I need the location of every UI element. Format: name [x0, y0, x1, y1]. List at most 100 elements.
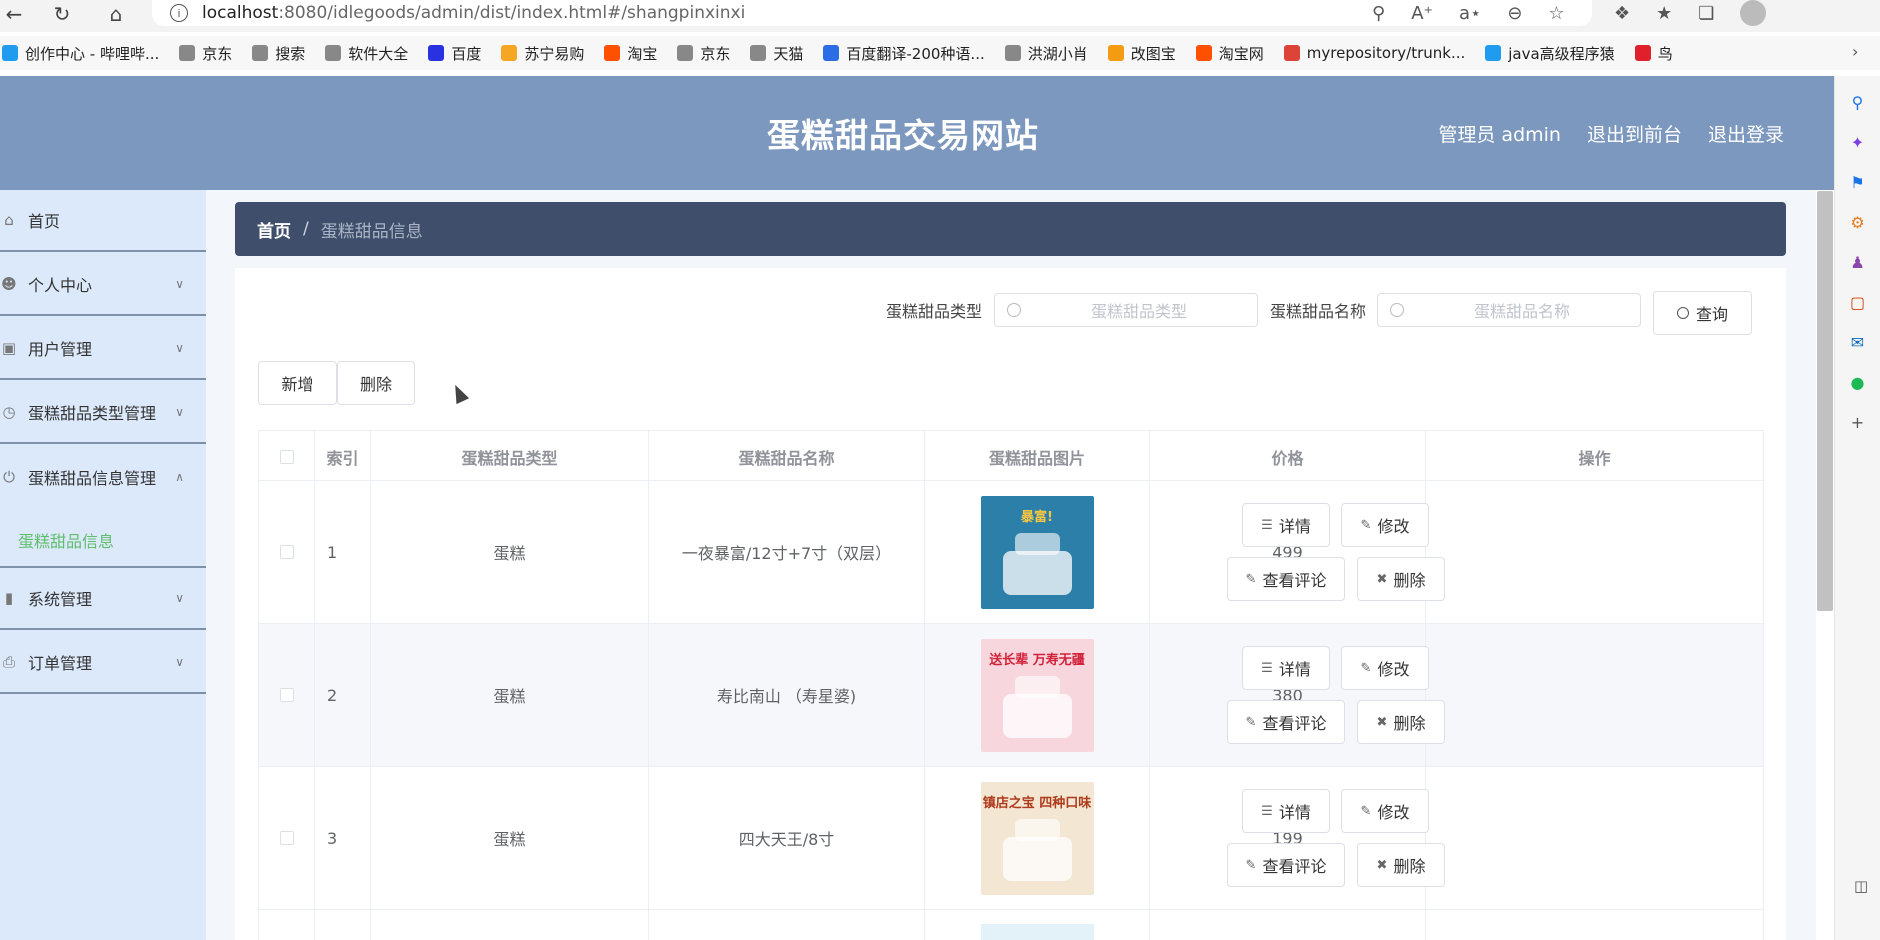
cake-image[interactable]: 镇店之宝 四种口味: [980, 781, 1094, 895]
reload-icon[interactable]: ↻: [48, 0, 76, 28]
bookmark-label: 鸟: [1657, 44, 1673, 63]
key-icon[interactable]: ⚲: [1372, 3, 1385, 24]
sidebar-item-system-management[interactable]: ▮ 系统管理 ∨: [0, 568, 206, 630]
extensions-icon[interactable]: ❖: [1614, 3, 1630, 24]
detail-button[interactable]: ☰ 详情: [1242, 646, 1330, 690]
bookmark-item[interactable]: 京东: [179, 43, 232, 64]
search-icon[interactable]: ⚲: [1846, 90, 1870, 114]
pencil-icon: ✎: [1245, 714, 1257, 730]
translate-icon[interactable]: a⋆: [1459, 3, 1481, 24]
cake-type-search-input[interactable]: 蛋糕甜品类型: [994, 293, 1258, 327]
bookmarks-more-icon[interactable]: ›: [1852, 42, 1858, 61]
add-button[interactable]: 新增: [258, 361, 337, 405]
detail-button[interactable]: ☰ 详情: [1242, 789, 1330, 833]
site-info-icon[interactable]: i: [170, 4, 188, 22]
home-icon: ⌂: [4, 211, 14, 229]
type-cell: 蛋糕: [371, 767, 649, 909]
favorites-icon[interactable]: ★: [1656, 3, 1672, 24]
collections-icon[interactable]: ❏: [1698, 3, 1714, 24]
sidebar-subitem-cake-info[interactable]: 蛋糕甜品信息: [18, 528, 114, 552]
sidebar-item-order-management[interactable]: ⎙ 订单管理 ∨: [0, 632, 206, 694]
row-checkbox[interactable]: [279, 545, 294, 559]
select-all-checkbox[interactable]: [279, 449, 294, 464]
query-button[interactable]: 查询: [1653, 291, 1752, 335]
bookmark-item[interactable]: 京东: [677, 43, 730, 64]
page-icon: [325, 45, 342, 61]
row-checkbox[interactable]: [279, 831, 294, 845]
sidebar-item-personal-center[interactable]: ☻ 个人中心 ∨: [0, 254, 206, 316]
bookmark-label: 创作中心 - 哔哩哔...: [25, 44, 160, 63]
admin-user-link[interactable]: 管理员 admin: [1438, 120, 1561, 147]
bookmark-item[interactable]: 鸟: [1634, 43, 1673, 64]
view-reviews-button[interactable]: ✎ 查看评论: [1227, 557, 1345, 601]
read-aloud-icon[interactable]: A⁺: [1411, 3, 1433, 24]
name-cell: [649, 910, 925, 940]
image-cell: [925, 910, 1150, 940]
sidebar-item-cake-type-management[interactable]: ◷ 蛋糕甜品类型管理 ∨: [0, 382, 206, 444]
page-scrollbar[interactable]: [1817, 191, 1833, 611]
tools-icon[interactable]: ⚙: [1846, 210, 1870, 234]
bookmark-item[interactable]: myrepository/trunk...: [1283, 44, 1465, 62]
bookmark-item[interactable]: 改图宝: [1107, 43, 1176, 64]
edit-button[interactable]: ✎ 修改: [1341, 503, 1429, 547]
cake-image[interactable]: 暴富!: [980, 495, 1094, 609]
bookmark-item[interactable]: 天猫: [750, 43, 803, 64]
add-icon[interactable]: +: [1846, 410, 1870, 434]
cake-image[interactable]: 送长辈 万寿无疆: [980, 638, 1094, 752]
back-to-frontend-link[interactable]: 退出到前台: [1587, 120, 1682, 147]
briefcase-icon: ▣: [1, 339, 17, 357]
delete-selected-button[interactable]: 删除: [337, 361, 415, 405]
view-reviews-button[interactable]: ✎ 查看评论: [1227, 843, 1345, 887]
cake-name-placeholder: 蛋糕甜品名称: [1473, 302, 1570, 321]
cake-image-caption: 送长辈 万寿无疆: [989, 652, 1085, 668]
row-checkbox[interactable]: [279, 688, 294, 702]
cake-name-search-input[interactable]: 蛋糕甜品名称: [1377, 293, 1641, 327]
translate-icon: [823, 45, 840, 61]
search-icon: [1390, 303, 1404, 317]
profile-avatar[interactable]: [1740, 0, 1767, 26]
copilot-icon[interactable]: ✦: [1846, 130, 1870, 154]
sidebar-item-home[interactable]: ⌂ 首页: [0, 190, 206, 252]
detail-button[interactable]: ☰ 详情: [1242, 503, 1330, 547]
bookmarks-bar: 创作中心 - 哔哩哔... 京东 搜索 软件大全 百度 苏宁易购 淘宝 京东 天猫 百度翻译-20…: [0, 36, 1880, 70]
spotify-icon[interactable]: ●: [1846, 370, 1870, 394]
delete-row-button[interactable]: ✖ 删除: [1357, 843, 1445, 887]
bookmark-item[interactable]: 苏宁易购: [501, 43, 584, 64]
edit-button[interactable]: ✎ 修改: [1341, 646, 1429, 690]
bookmark-item[interactable]: 淘宝: [604, 43, 657, 64]
query-button-label: 查询: [1695, 305, 1728, 324]
sidebar-item-user-management[interactable]: ▣ 用户管理 ∨: [0, 318, 206, 380]
sidebar-item-cake-info-management[interactable]: ⏻ 蛋糕甜品信息管理 ∧: [0, 446, 206, 508]
edit-button-label: 修改: [1377, 803, 1410, 822]
outlook-icon[interactable]: ✉: [1846, 330, 1870, 354]
bookmark-item[interactable]: 百度: [428, 43, 481, 64]
edit-button[interactable]: ✎ 修改: [1341, 789, 1429, 833]
bookmark-item[interactable]: java高级程序猿: [1485, 43, 1615, 64]
favorite-add-icon[interactable]: ☆: [1548, 3, 1564, 24]
detail-button-label: 详情: [1278, 803, 1311, 822]
document-icon: ☰: [1261, 660, 1273, 676]
breadcrumb-home[interactable]: 首页: [257, 217, 291, 242]
bookmark-item[interactable]: 百度翻译-200种语...: [823, 43, 985, 64]
delete-row-button[interactable]: ✖ 删除: [1357, 557, 1445, 601]
shopping-tag-icon[interactable]: ⚑: [1846, 170, 1870, 194]
home-icon[interactable]: ⌂: [102, 0, 130, 28]
office-icon[interactable]: ▢: [1846, 290, 1870, 314]
back-icon[interactable]: ←: [0, 0, 28, 28]
zoom-out-icon[interactable]: ⊖: [1507, 3, 1522, 24]
bookmark-item[interactable]: 洪湖小肖: [1004, 43, 1088, 64]
bookmark-item[interactable]: 软件大全: [325, 43, 408, 64]
trash-icon: ✖: [1376, 857, 1388, 873]
view-reviews-button-label: 查看评论: [1262, 714, 1327, 733]
bookmark-item[interactable]: 创作中心 - 哔哩哔...: [2, 43, 159, 64]
chevron-down-icon: ∨: [175, 405, 184, 419]
games-icon[interactable]: ♟: [1846, 250, 1870, 274]
view-reviews-button[interactable]: ✎ 查看评论: [1227, 700, 1345, 744]
logout-link[interactable]: 退出登录: [1708, 120, 1784, 147]
bookmark-item[interactable]: 淘宝网: [1195, 43, 1264, 64]
sidebar-layout-icon[interactable]: ◫: [1854, 877, 1868, 895]
bookmark-label: 百度翻译-200种语...: [846, 44, 985, 63]
delete-row-button[interactable]: ✖ 删除: [1357, 700, 1445, 744]
delete-button-label: 删除: [359, 375, 392, 394]
bookmark-item[interactable]: 搜索: [252, 43, 305, 64]
